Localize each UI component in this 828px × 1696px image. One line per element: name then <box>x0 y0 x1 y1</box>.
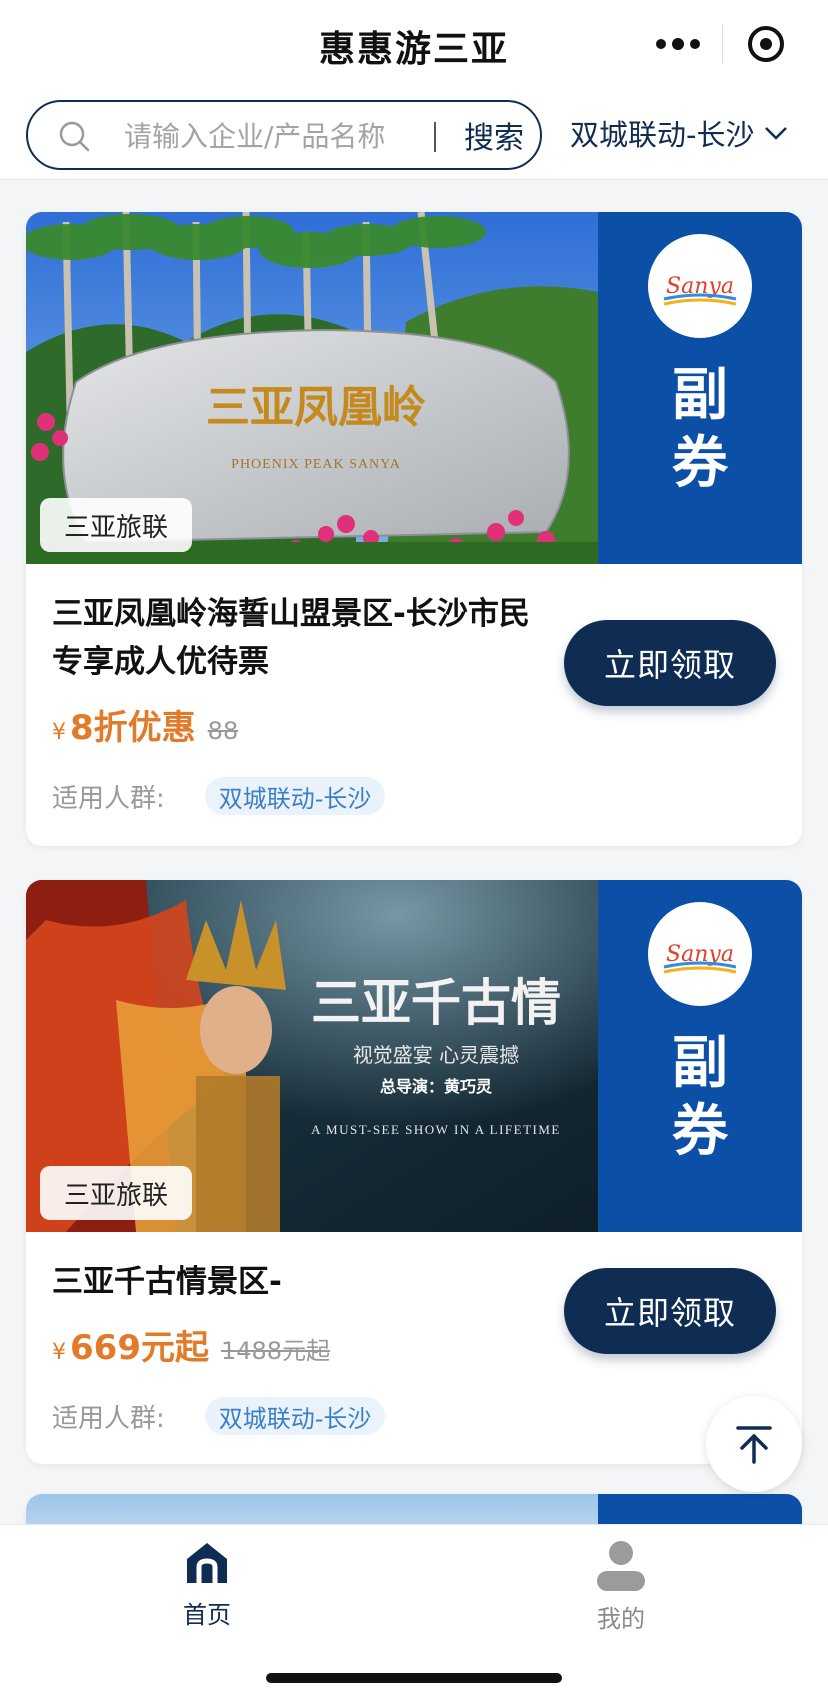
source-tag: 三亚旅联 <box>40 498 193 552</box>
svg-text:A MUST-SEE SHOW IN A LIFETIME: A MUST-SEE SHOW IN A LIFETIME <box>311 1122 561 1137</box>
coupon-side-panel: Sanya 副 券 <box>598 212 802 564</box>
city-selector[interactable]: 双城联动-长沙 <box>570 112 790 154</box>
product-card[interactable]: 三亚千古情 视觉盛宴 心灵震撼 总导演：黄巧灵 A MUST-SEE SHOW … <box>26 880 802 1464</box>
sanya-logo: Sanya <box>648 234 752 338</box>
claim-button[interactable]: 立即领取 <box>564 620 776 706</box>
tab-home-label: 首页 <box>183 1601 231 1629</box>
source-tag: 三亚旅联 <box>40 1166 193 1220</box>
audience-label: 适用人群: <box>52 783 165 814</box>
arrow-up-icon <box>736 1426 772 1464</box>
back-to-top-button[interactable] <box>706 1396 802 1492</box>
home-indicator <box>266 1673 562 1683</box>
search-button[interactable]: 搜索 <box>446 102 542 168</box>
close-miniprogram-button[interactable] <box>723 10 811 78</box>
product-title: 三亚凤凰岭海誓山盟景区-长沙市民专享成人优待票 <box>52 596 530 680</box>
sanya-logo: Sanya <box>648 902 752 1006</box>
claim-button[interactable]: 立即领取 <box>564 1268 776 1354</box>
svg-text:总导演：黄巧灵: 总导演：黄巧灵 <box>380 1077 493 1096</box>
bottom-tab-bar: 首页 我的 <box>0 1524 828 1696</box>
audience-row: 适用人群: 双城联动-长沙 <box>52 777 776 815</box>
coupon-type-label: 副 券 <box>672 363 728 496</box>
tab-profile-label: 我的 <box>597 1605 645 1633</box>
product-photo: 三亚千古情 视觉盛宴 心灵震撼 总导演：黄巧灵 A MUST-SEE SHOW … <box>26 880 598 1232</box>
card-body: 三亚千古情景区- ¥669元起 1488元起 适用人群: 双城联动-长沙 立即领… <box>26 1232 802 1435</box>
coupon-side-panel: Sanya 副 券 <box>598 880 802 1232</box>
audience-tag: 双城联动-长沙 <box>204 777 386 815</box>
record-icon <box>748 26 785 62</box>
tab-home[interactable]: 首页 <box>147 1539 267 1630</box>
audience-tag: 双城联动-长沙 <box>204 1397 386 1435</box>
more-menu-button[interactable] <box>634 10 722 78</box>
product-card[interactable]: 三亚凤凰岭 PHOENIX PEAK SANYA 三亚旅联 Sanya 副 券 … <box>26 212 802 846</box>
search-input[interactable] <box>124 116 436 156</box>
price-row: ¥8折优惠 88 <box>52 700 776 749</box>
search-caret <box>434 122 436 152</box>
miniprogram-capsule <box>634 10 810 78</box>
rock-inscription: 三亚凤凰岭 <box>206 382 426 433</box>
original-price: 1488元起 <box>220 1337 331 1365</box>
svg-text:PHOENIX PEAK SANYA: PHOENIX PEAK SANYA <box>231 457 401 472</box>
svg-text:视觉盛宴 心灵震撼: 视觉盛宴 心灵震撼 <box>353 1043 519 1067</box>
card-media: 三亚千古情 视觉盛宴 心灵震撼 总导演：黄巧灵 A MUST-SEE SHOW … <box>26 880 802 1232</box>
sale-price: ¥669元起 <box>52 1328 209 1368</box>
poster-title: 三亚千古情 <box>311 973 561 1032</box>
product-photo: 三亚凤凰岭 PHOENIX PEAK SANYA 三亚旅联 <box>26 212 598 564</box>
audience-row: 适用人群: 双城联动-长沙 <box>52 1397 776 1435</box>
home-icon <box>187 1543 227 1583</box>
city-selector-label: 双城联动-长沙 <box>570 118 755 152</box>
chevron-down-icon <box>765 127 788 140</box>
card-body: 三亚凤凰岭海誓山盟景区-长沙市民专享成人优待票 ¥8折优惠 88 适用人群: 双… <box>26 564 802 815</box>
top-bar: 惠惠游三亚 搜索 双城联动-长沙 <box>0 0 828 180</box>
product-title: 三亚千古情景区- <box>52 1264 282 1300</box>
search-icon <box>59 121 90 152</box>
sale-price: ¥8折优惠 <box>52 708 196 748</box>
coupon-type-label: 副 券 <box>672 1031 728 1164</box>
card-media: 三亚凤凰岭 PHOENIX PEAK SANYA 三亚旅联 Sanya 副 券 <box>26 212 802 564</box>
search-bar: 搜索 <box>26 100 542 170</box>
audience-label: 适用人群: <box>52 1403 165 1434</box>
original-price: 88 <box>207 717 239 745</box>
tab-profile[interactable]: 我的 <box>561 1539 681 1634</box>
user-icon <box>597 1541 645 1591</box>
